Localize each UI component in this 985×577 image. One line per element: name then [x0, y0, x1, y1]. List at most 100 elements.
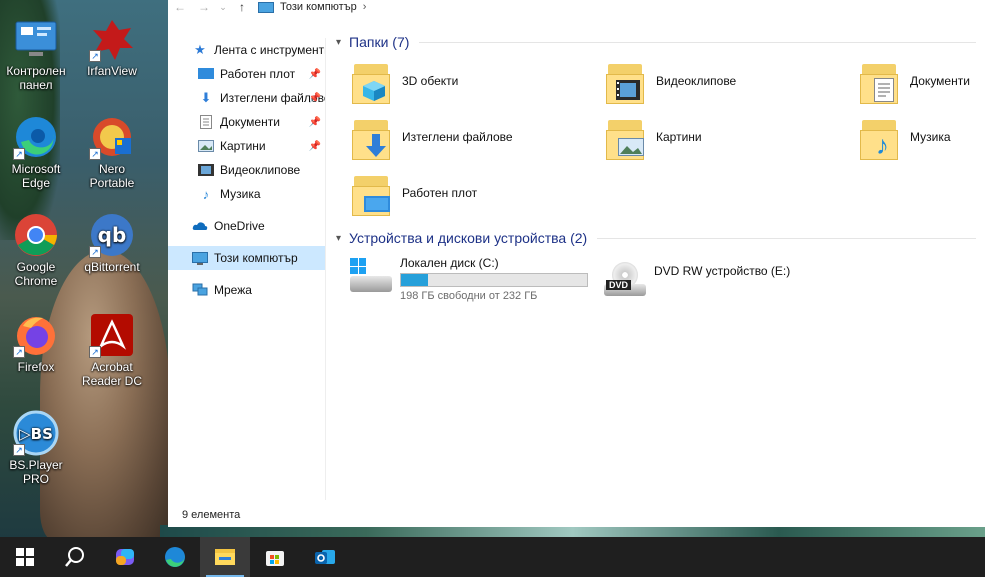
desktop-icon-edge[interactable]: ↗ Microsoft Edge	[4, 114, 68, 190]
folder-pictures[interactable]: Картини	[606, 118, 846, 162]
nav-network[interactable]: Мрежа	[168, 278, 325, 302]
devices-group-header[interactable]: ▾ Устройства и дискови устройства (2)	[336, 230, 976, 246]
nav-item-label: Този компютър	[214, 251, 298, 265]
bsplayer-icon: ▷BS ↗	[13, 410, 59, 456]
item-count: 9 елемента	[182, 509, 241, 521]
chevron-down-icon: ▾	[336, 232, 342, 244]
copilot-button[interactable]	[100, 537, 150, 577]
start-button[interactable]	[0, 537, 50, 577]
chevron-down-icon: ▾	[336, 36, 342, 48]
group-title: Папки (7)	[349, 34, 410, 50]
desktop-icon	[352, 174, 392, 218]
drive-c[interactable]: Локален диск (C:) 198 ГБ свободни от 232…	[348, 256, 588, 302]
shortcut-arrow-icon: ↗	[89, 346, 101, 358]
desktop-icon-acrobat[interactable]: ↗ Acrobat Reader DC	[80, 312, 144, 388]
desktop-icon	[198, 67, 214, 81]
folders-group-header[interactable]: ▾ Папки (7)	[336, 34, 976, 50]
drive-usage-bar	[400, 273, 588, 287]
documents-icon	[198, 115, 214, 129]
forward-arrow-icon[interactable]: →	[192, 0, 216, 14]
shortcut-arrow-icon: ↗	[89, 50, 101, 62]
edge-taskbar-button[interactable]	[150, 537, 200, 577]
folder-documents[interactable]: Документи	[860, 62, 985, 106]
shortcut-arrow-icon: ↗	[13, 148, 25, 160]
nav-this-pc[interactable]: Този компютър	[168, 246, 325, 270]
start-icon	[14, 546, 36, 568]
pin-icon: 📌	[308, 140, 321, 152]
nav-item-music[interactable]: ♪ Музика	[168, 182, 325, 206]
outlook-taskbar-button[interactable]	[300, 537, 350, 577]
star-icon: ★	[194, 42, 206, 57]
shortcut-arrow-icon: ↗	[89, 246, 101, 258]
address-bar: ← → ⌄ ↑ Този компютър ›	[168, 0, 985, 14]
music-icon: ♪	[860, 118, 900, 162]
folder-label: Картини	[656, 130, 702, 144]
nav-item-documents[interactable]: Документи 📌	[168, 110, 325, 134]
windows-logo-icon	[350, 258, 366, 274]
content-pane: ▾ Папки (7) 3D обекти Видеоклипове Докум…	[328, 28, 985, 500]
cloud-icon	[192, 219, 208, 233]
file-explorer-taskbar-button[interactable]	[200, 537, 250, 577]
desktop-icon-label: Microsoft Edge	[11, 162, 61, 190]
acrobat-icon: ↗	[89, 312, 135, 358]
breadcrumb-this-pc[interactable]: Този компютър	[280, 1, 357, 13]
videos-icon	[606, 62, 646, 106]
nav-item-downloads[interactable]: ⬇ Изтеглени файлове 📌	[168, 86, 325, 110]
svg-text:qb: qb	[98, 223, 127, 247]
breadcrumb-chevron-icon[interactable]: ›	[363, 1, 367, 13]
search-icon	[64, 546, 86, 568]
nav-item-pictures[interactable]: Картини 📌	[168, 134, 325, 158]
music-icon: ♪	[202, 186, 210, 202]
hard-drive-icon	[348, 256, 394, 296]
outlook-icon	[314, 546, 336, 568]
pin-icon: 📌	[308, 116, 321, 128]
nero-icon: ↗	[89, 114, 135, 160]
taskbar	[0, 537, 985, 577]
nav-quick-access[interactable]: ★ Лента с инструменти за бърз достъп	[168, 38, 325, 62]
folder-label: 3D обекти	[402, 74, 459, 88]
pin-icon: 📌	[308, 68, 321, 80]
nav-onedrive[interactable]: OneDrive	[168, 214, 325, 238]
firefox-icon: ↗	[13, 312, 59, 358]
folder-downloads[interactable]: Изтеглени файлове	[352, 118, 592, 162]
desktop-icon-qbittorrent[interactable]: qb ↗ qBittorrent	[80, 212, 144, 274]
folder-label: Видеоклипове	[656, 74, 737, 88]
search-button[interactable]	[50, 537, 100, 577]
folder-desktop[interactable]: Работен плот	[352, 174, 592, 218]
shortcut-arrow-icon: ↗	[13, 346, 25, 358]
folder-music[interactable]: ♪ Музика	[860, 118, 985, 162]
desktop-icon-chrome[interactable]: Google Chrome	[4, 212, 68, 288]
copilot-icon	[114, 546, 136, 568]
recent-locations-chevron-icon[interactable]: ⌄	[216, 2, 230, 13]
drive-e[interactable]: DVD DVD RW устройство (E:)	[602, 260, 790, 300]
shortcut-arrow-icon: ↗	[13, 444, 25, 456]
folder-3d-objects[interactable]: 3D обекти	[352, 62, 592, 106]
this-pc-icon	[192, 251, 208, 265]
pin-icon: 📌	[308, 92, 321, 104]
desktop-icon-nero[interactable]: ↗ Nero Portable	[80, 114, 144, 190]
store-taskbar-button[interactable]	[250, 537, 300, 577]
documents-icon	[860, 62, 900, 106]
nav-item-videos[interactable]: Видеоклипове	[168, 158, 325, 182]
desktop-icon-label: Nero Portable	[89, 162, 135, 190]
desktop-icon-label: BS.Player PRO	[9, 458, 63, 486]
nav-item-desktop[interactable]: Работен плот 📌	[168, 62, 325, 86]
status-bar: 9 елемента	[168, 505, 985, 525]
desktop-icon-irfanview[interactable]: ↗ IrfanView	[80, 16, 144, 78]
nav-item-label: OneDrive	[214, 219, 265, 233]
folder-videos[interactable]: Видеоклипове	[606, 62, 846, 106]
pictures-icon	[198, 139, 214, 153]
dvd-badge: DVD	[606, 280, 632, 290]
file-explorer-window: ← → ⌄ ↑ Този компютър › ★ Лента с инстру…	[168, 0, 985, 527]
desktop-icon-bsplayer[interactable]: ▷BS ↗ BS.Player PRO	[4, 410, 68, 486]
control-panel-icon	[13, 16, 59, 62]
desktop-icon-firefox[interactable]: ↗ Firefox	[4, 312, 68, 374]
nav-item-label: Работен плот	[220, 67, 296, 81]
up-arrow-icon[interactable]: ↑	[230, 0, 254, 14]
desktop-icon-control-panel[interactable]: Контролен панел	[4, 16, 68, 92]
this-pc-icon	[258, 1, 274, 13]
nav-item-label: Лента с инструменти за бърз достъп	[214, 43, 325, 57]
irfanview-icon: ↗	[89, 16, 135, 62]
back-arrow-icon[interactable]: ←	[168, 0, 192, 14]
downloads-icon	[352, 118, 392, 162]
